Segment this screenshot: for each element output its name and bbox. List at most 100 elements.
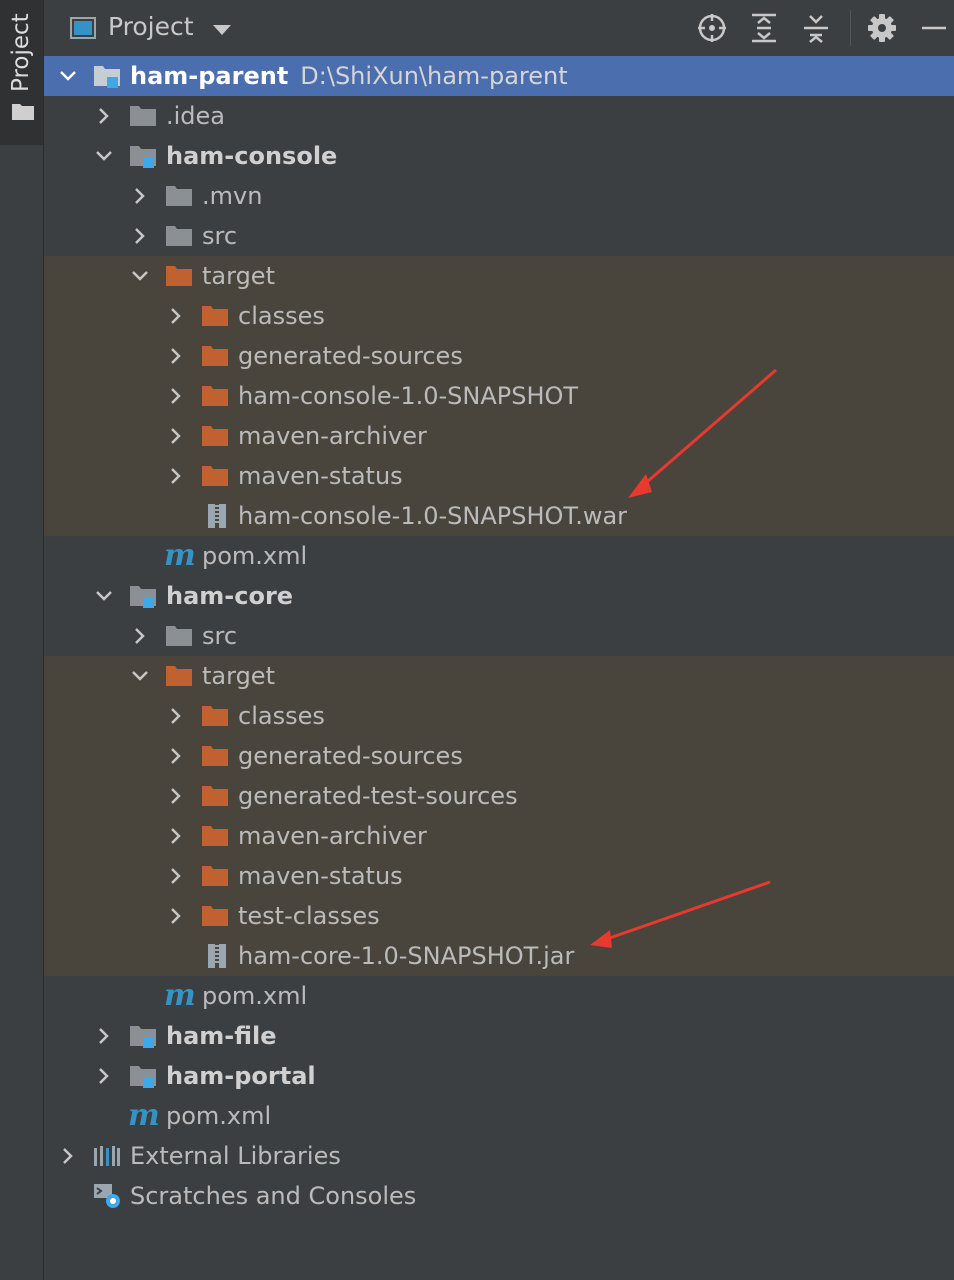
tree-node-src[interactable]: src [44,216,954,256]
chevron-right-icon[interactable] [166,386,186,406]
excluded-folder-icon [202,426,228,446]
locate-icon[interactable] [696,12,728,44]
module-name: ham-file [166,1022,277,1050]
tree-node-folder[interactable]: classes [44,296,954,336]
tree-node-folder[interactable]: ham-console-1.0-SNAPSHOT [44,376,954,416]
excluded-folder-icon [202,826,228,846]
excluded-folder-icon [202,306,228,326]
excluded-folder-icon [202,706,228,726]
excluded-folder-icon [202,866,228,886]
tree-node-folder[interactable]: maven-status [44,856,954,896]
project-header: Project [44,0,954,57]
chevron-right-icon[interactable] [166,746,186,766]
excluded-folder-icon [166,666,192,686]
tree-node-label: target [202,262,275,290]
tree-node-external-libraries[interactable]: External Libraries [44,1136,954,1176]
archive-icon [208,504,226,528]
project-view-title[interactable]: Project [108,12,194,41]
tree-node-scratches[interactable]: Scratches and Consoles [44,1176,954,1216]
chevron-down-icon[interactable] [58,66,78,86]
tree-node-label: pom.xml [166,1102,272,1130]
chevron-right-icon[interactable] [94,106,114,126]
tree-node-target[interactable]: target [44,656,954,696]
chevron-right-icon[interactable] [166,346,186,366]
tree-node-ham-parent[interactable]: ham-parent D:\ShiXun\ham-parent [44,56,954,96]
tree-node-pom[interactable]: m pom.xml [44,976,954,1016]
excluded-folder-icon [202,386,228,406]
chevron-right-icon[interactable] [130,626,150,646]
tree-node-folder[interactable]: generated-sources [44,736,954,776]
expand-all-icon[interactable] [748,12,780,44]
tree-node-war-file[interactable]: ham-console-1.0-SNAPSHOT.war [44,496,954,536]
chevron-right-icon[interactable] [166,306,186,326]
chevron-right-icon[interactable] [94,1066,114,1086]
chevron-right-icon[interactable] [166,866,186,886]
chevron-right-icon[interactable] [130,186,150,206]
tree-node-label: External Libraries [130,1142,341,1170]
folder-icon [130,106,156,126]
archive-icon [208,944,226,968]
project-tool-tab[interactable]: Project [0,0,43,145]
collapse-all-icon[interactable] [800,12,832,44]
chevron-right-icon[interactable] [166,786,186,806]
module-folder-icon [130,586,156,608]
module-name: ham-console [166,142,338,170]
chevron-right-icon[interactable] [94,1026,114,1046]
chevron-down-icon[interactable] [130,266,150,286]
chevron-right-icon[interactable] [166,826,186,846]
chevron-right-icon[interactable] [166,426,186,446]
tree-node-jar-file[interactable]: ham-core-1.0-SNAPSHOT.jar [44,936,954,976]
tree-node-target[interactable]: target [44,256,954,296]
tree-node-label: ham-core-1.0-SNAPSHOT.jar [238,942,575,970]
tree-node-ham-console[interactable]: ham-console [44,136,954,176]
tree-node-ham-file[interactable]: ham-file [44,1016,954,1056]
module-name: ham-core [166,582,294,610]
module-folder-icon [130,1026,156,1048]
maven-icon: m [128,1098,160,1133]
folder-icon [166,186,192,206]
module-path: D:\ShiXun\ham-parent [300,62,568,90]
tree-node-folder[interactable]: maven-archiver [44,416,954,456]
tree-node-label: Scratches and Consoles [130,1182,417,1210]
tree-node-label: maven-archiver [238,422,427,450]
tree-node-folder[interactable]: test-classes [44,896,954,936]
tree-node-label: .mvn [202,182,263,210]
tree-node-root-pom[interactable]: m pom.xml [44,1096,954,1136]
tree-node-idea[interactable]: .idea [44,96,954,136]
folder-icon [12,104,34,120]
chevron-right-icon[interactable] [166,466,186,486]
chevron-down-icon[interactable] [94,586,114,606]
tree-node-ham-core[interactable]: ham-core [44,576,954,616]
tree-node-ham-portal[interactable]: ham-portal [44,1056,954,1096]
chevron-right-icon[interactable] [166,906,186,926]
tree-node-label: .idea [166,102,226,130]
tree-node-folder[interactable]: classes [44,696,954,736]
chevron-down-icon[interactable] [94,146,114,166]
excluded-folder-icon [202,746,228,766]
tree-node-folder[interactable]: maven-archiver [44,816,954,856]
chevron-right-icon[interactable] [58,1146,78,1166]
chevron-right-icon[interactable] [166,706,186,726]
tree-node-pom[interactable]: m pom.xml [44,536,954,576]
tree-node-label: generated-sources [238,742,463,770]
chevron-right-icon[interactable] [130,226,150,246]
tree-node-label: ham-console-1.0-SNAPSHOT.war [238,502,628,530]
tree-node-src[interactable]: src [44,616,954,656]
module-name: ham-portal [166,1062,316,1090]
tree-node-folder[interactable]: generated-test-sources [44,776,954,816]
module-folder-icon [130,1066,156,1088]
excluded-folder-icon [166,266,192,286]
gear-icon[interactable] [866,12,898,44]
folder-icon [166,226,192,246]
tree-node-folder[interactable]: generated-sources [44,336,954,376]
project-tree[interactable]: ham-parent D:\ShiXun\ham-parent .idea ham… [44,56,954,1216]
chevron-down-icon[interactable] [130,666,150,686]
caret-down-icon[interactable] [212,24,232,36]
excluded-folder-icon [202,906,228,926]
tree-node-label: generated-test-sources [238,782,518,810]
tree-node-mvn[interactable]: .mvn [44,176,954,216]
tree-node-folder[interactable]: maven-status [44,456,954,496]
minimize-icon[interactable] [918,12,950,44]
tree-node-label: classes [238,702,325,730]
maven-icon: m [164,978,196,1013]
